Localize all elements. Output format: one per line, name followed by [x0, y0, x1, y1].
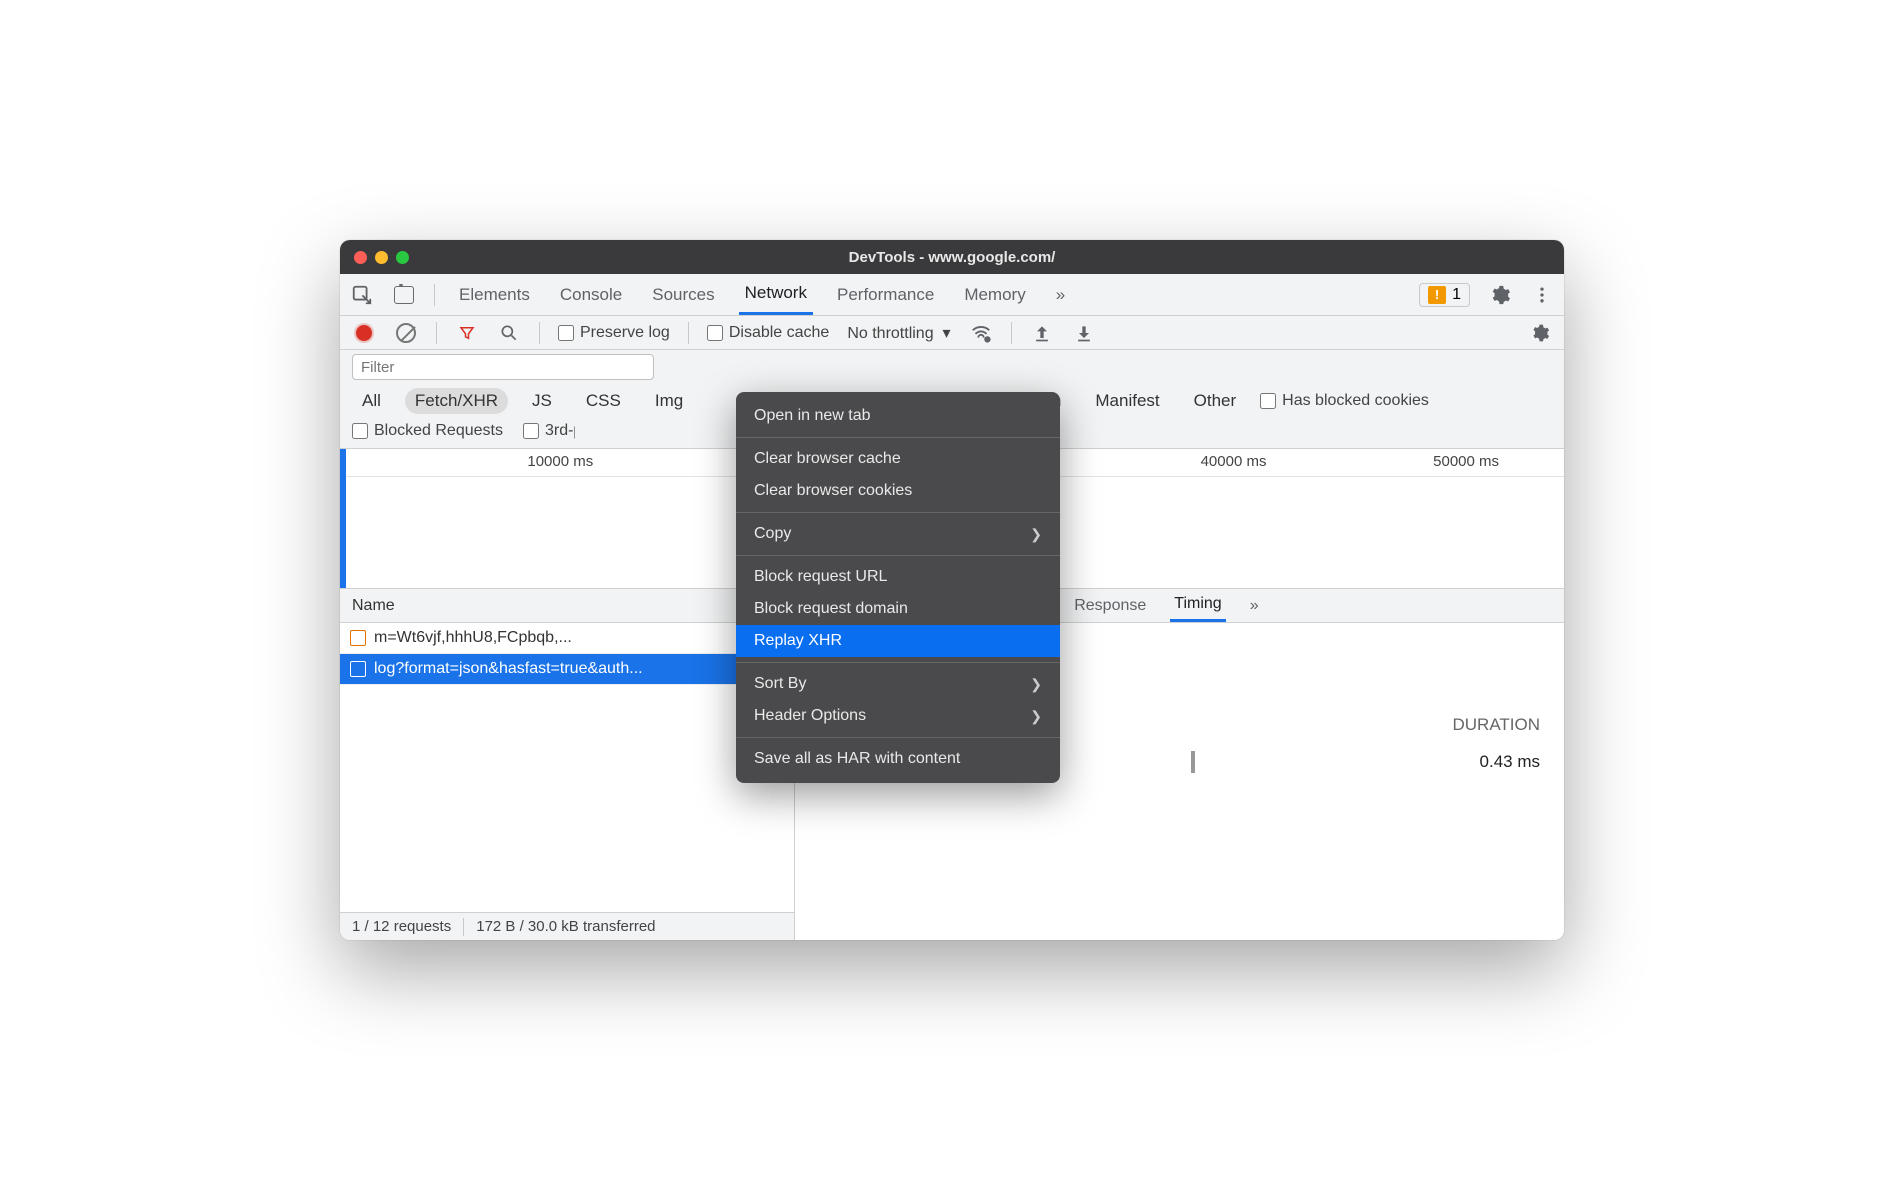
toolbar-settings-icon[interactable] — [1528, 321, 1552, 345]
warnings-badge[interactable]: ! 1 — [1419, 283, 1470, 307]
tab-network[interactable]: Network — [739, 274, 813, 315]
has-blocked-cookies-label: Has blocked cookies — [1282, 392, 1429, 410]
tab-response[interactable]: Response — [1070, 589, 1150, 622]
devtools-window: DevTools - www.google.com/ Elements Cons… — [340, 240, 1564, 940]
request-type-icon — [350, 630, 366, 646]
disable-cache-label: Disable cache — [729, 324, 830, 342]
filter-input[interactable] — [352, 354, 654, 380]
settings-icon[interactable] — [1488, 283, 1512, 307]
more-detail-tabs-icon[interactable]: » — [1246, 589, 1263, 622]
filter-type-css[interactable]: CSS — [576, 388, 631, 414]
request-row[interactable]: log?format=json&hasfast=true&auth... — [340, 654, 794, 685]
timeline-tick: 10000 ms — [527, 453, 593, 470]
preserve-log-label: Preserve log — [580, 324, 670, 342]
upload-har-icon[interactable] — [1030, 321, 1054, 345]
ctx-clear-cookies[interactable]: Clear browser cookies — [736, 475, 1060, 507]
timeline-tick: 50000 ms — [1433, 453, 1499, 470]
window-titlebar: DevTools - www.google.com/ — [340, 240, 1564, 274]
ctx-save-har[interactable]: Save all as HAR with content — [736, 743, 1060, 775]
record-button[interactable] — [352, 321, 376, 345]
chevron-right-icon: ❯ — [1030, 676, 1042, 693]
device-toolbar-icon[interactable] — [392, 283, 416, 307]
tab-console[interactable]: Console — [554, 274, 628, 315]
disable-cache-checkbox[interactable]: Disable cache — [707, 324, 830, 342]
ctx-replay-xhr[interactable]: Replay XHR — [736, 625, 1060, 657]
request-name: m=Wt6vjf,hhhU8,FCpbqb,... — [374, 629, 572, 647]
warning-count: 1 — [1452, 286, 1461, 304]
divider — [736, 437, 1060, 438]
duration-header: DURATION — [1452, 715, 1540, 735]
more-tabs-icon[interactable]: » — [1050, 274, 1071, 315]
blocked-requests-label: Blocked Requests — [374, 422, 503, 440]
tab-sources[interactable]: Sources — [646, 274, 720, 315]
filter-type-fetch-xhr[interactable]: Fetch/XHR — [405, 388, 508, 414]
inspect-element-icon[interactable] — [350, 283, 374, 307]
main-tab-row: Elements Console Sources Network Perform… — [340, 274, 1564, 316]
filter-type-all[interactable]: All — [352, 388, 391, 414]
divider — [463, 918, 464, 936]
ctx-open-new-tab[interactable]: Open in new tab — [736, 400, 1060, 432]
minimize-window-button[interactable] — [375, 251, 388, 264]
divider — [736, 662, 1060, 663]
ctx-sort-by[interactable]: Sort By ❯ — [736, 668, 1060, 700]
status-footer: 1 / 12 requests 172 B / 30.0 kB transfer… — [340, 912, 794, 940]
divider — [434, 284, 435, 306]
network-conditions-icon[interactable] — [969, 321, 993, 345]
request-row[interactable]: m=Wt6vjf,hhhU8,FCpbqb,... — [340, 623, 794, 654]
ctx-block-domain[interactable]: Block request domain — [736, 593, 1060, 625]
throttling-label: No throttling — [847, 325, 933, 342]
network-toolbar: Preserve log Disable cache No throttling… — [340, 316, 1564, 350]
divider — [539, 322, 540, 344]
divider — [736, 737, 1060, 738]
close-window-button[interactable] — [354, 251, 367, 264]
kebab-menu-icon[interactable] — [1530, 283, 1554, 307]
timeline-tick: 40000 ms — [1201, 453, 1267, 470]
queueing-value: 0.43 ms — [1480, 752, 1540, 772]
filter-type-img[interactable]: Img — [645, 388, 693, 414]
status-requests: 1 / 12 requests — [352, 918, 451, 935]
divider — [436, 322, 437, 344]
filter-type-other[interactable]: Other — [1184, 388, 1247, 414]
search-icon[interactable] — [497, 321, 521, 345]
filter-icon[interactable] — [455, 321, 479, 345]
third-party-checkbox[interactable]: 3rd-party requests — [523, 422, 575, 440]
chevron-right-icon: ❯ — [1030, 708, 1042, 725]
tab-performance[interactable]: Performance — [831, 274, 940, 315]
status-transferred: 172 B / 30.0 kB transferred — [476, 918, 655, 935]
clear-button[interactable] — [394, 321, 418, 345]
tab-timing[interactable]: Timing — [1170, 589, 1225, 622]
context-menu: Open in new tab Clear browser cache Clea… — [736, 392, 1060, 783]
chevron-right-icon: ❯ — [1030, 526, 1042, 543]
request-name: log?format=json&hasfast=true&auth... — [374, 660, 643, 678]
warning-icon: ! — [1428, 286, 1446, 304]
divider — [1011, 322, 1012, 344]
ctx-block-url[interactable]: Block request URL — [736, 561, 1060, 593]
tab-memory[interactable]: Memory — [958, 274, 1031, 315]
divider — [736, 512, 1060, 513]
traffic-lights — [354, 251, 409, 264]
throttling-select[interactable]: No throttling ▾ — [847, 323, 950, 343]
third-party-label: 3rd-party requests — [545, 422, 575, 440]
request-list-header[interactable]: Name — [340, 589, 794, 623]
timeline-selection-handle[interactable] — [340, 449, 346, 588]
ctx-copy[interactable]: Copy ❯ — [736, 518, 1060, 550]
preserve-log-checkbox[interactable]: Preserve log — [558, 324, 670, 342]
has-blocked-cookies-checkbox[interactable]: Has blocked cookies — [1260, 392, 1429, 410]
ctx-header-options[interactable]: Header Options ❯ — [736, 700, 1060, 732]
divider — [736, 555, 1060, 556]
filter-type-js[interactable]: JS — [522, 388, 562, 414]
maximize-window-button[interactable] — [396, 251, 409, 264]
tab-elements[interactable]: Elements — [453, 274, 536, 315]
request-list-pane: Name m=Wt6vjf,hhhU8,FCpbqb,... log?forma… — [340, 589, 795, 940]
ctx-clear-cache[interactable]: Clear browser cache — [736, 443, 1060, 475]
blocked-requests-checkbox[interactable]: Blocked Requests — [352, 422, 503, 440]
filter-type-manifest[interactable]: Manifest — [1085, 388, 1169, 414]
request-type-icon — [350, 661, 366, 677]
download-har-icon[interactable] — [1072, 321, 1096, 345]
divider — [688, 322, 689, 344]
queueing-bar — [1191, 751, 1195, 773]
window-title: DevTools - www.google.com/ — [340, 249, 1564, 266]
